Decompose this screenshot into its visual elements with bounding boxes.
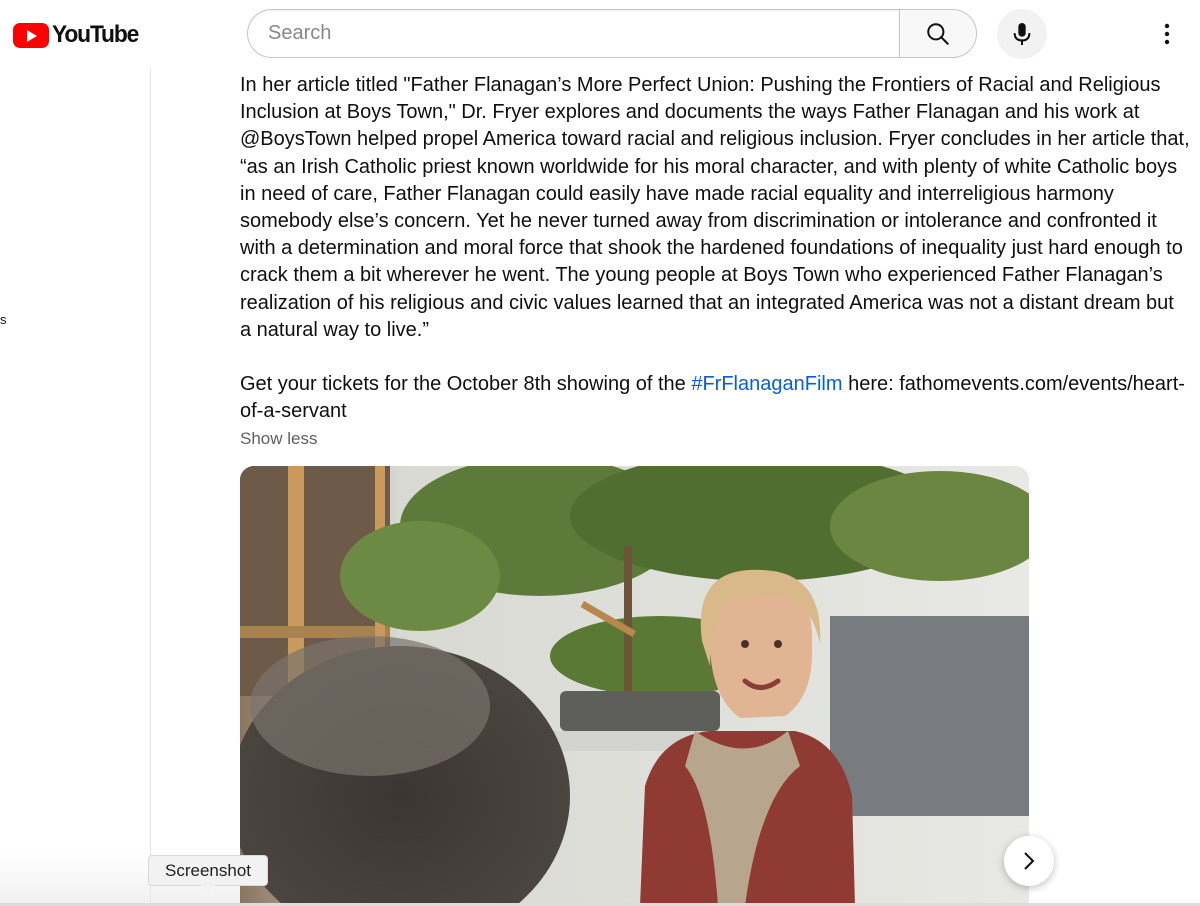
chevron-right-icon bbox=[1024, 852, 1035, 870]
search-icon bbox=[927, 22, 949, 45]
next-image-button[interactable] bbox=[1004, 836, 1054, 886]
youtube-logo[interactable]: YouTube bbox=[13, 21, 143, 49]
tickets-paragraph: Get your tickets for the October 8th sho… bbox=[240, 371, 1190, 425]
more-options-button[interactable] bbox=[1152, 17, 1182, 51]
sidebar-divider bbox=[150, 68, 151, 906]
video-description: In her article titled "Father Flanagan’s… bbox=[240, 72, 1190, 426]
microphone-icon bbox=[1013, 23, 1031, 45]
description-paragraph: In her article titled "Father Flanagan’s… bbox=[240, 74, 1190, 341]
voice-search-button[interactable] bbox=[997, 9, 1047, 59]
post-image bbox=[240, 466, 1029, 906]
masthead: YouTube bbox=[0, 0, 1200, 68]
search-box bbox=[247, 9, 977, 58]
search-input[interactable] bbox=[247, 9, 899, 58]
youtube-logo-icon bbox=[13, 22, 49, 48]
search-button[interactable] bbox=[899, 9, 977, 58]
tickets-prefix: Get your tickets for the October 8th sho… bbox=[240, 373, 692, 396]
sidebar-text-fragment: s bbox=[0, 312, 7, 327]
screenshot-tooltip: Screenshot bbox=[148, 855, 268, 892]
hashtag-link[interactable]: #FrFlanaganFilm bbox=[691, 373, 842, 395]
show-less-button[interactable]: Show less bbox=[240, 429, 317, 449]
logo-text: YouTube bbox=[52, 21, 139, 48]
more-vertical-icon bbox=[1164, 23, 1170, 45]
